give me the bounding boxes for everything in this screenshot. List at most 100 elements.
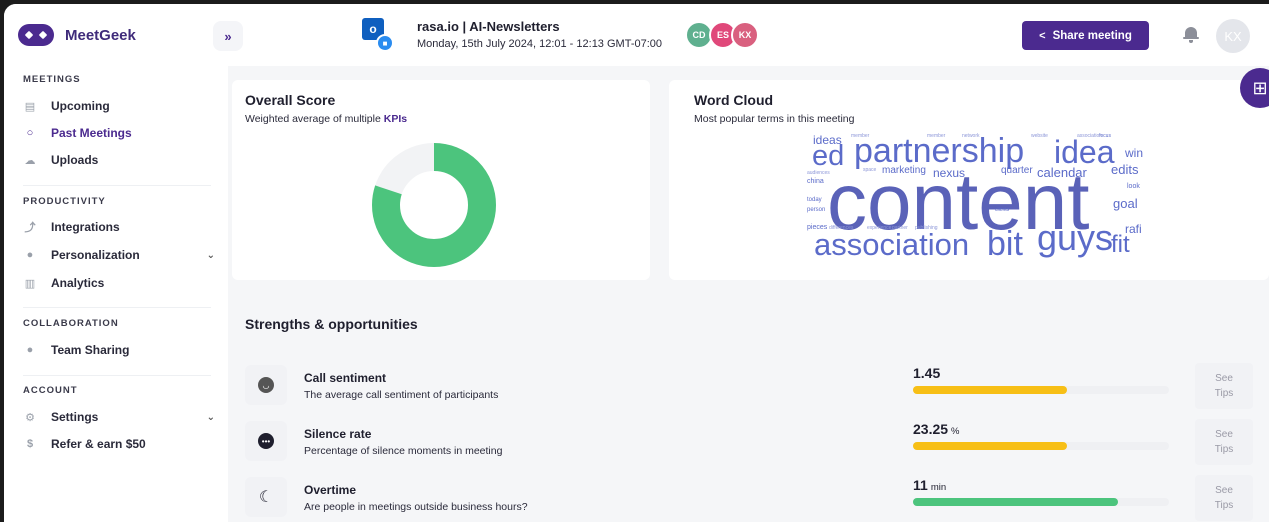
word: differences [829,225,854,231]
sidebar-item-label: Analytics [51,276,105,290]
meeting-title: rasa.io | AI-Newsletters [417,19,560,34]
metric-bar-track [913,498,1169,506]
word-cloud-subtitle: Most popular terms in this meeting [694,113,855,125]
sidebar-item-past-meetings[interactable]: ○ Past Meetings [23,122,219,144]
sidebar-item-settings[interactable]: ⚙ Settings ⌄ [23,406,219,428]
word: association [814,227,970,262]
word: clients [995,207,1010,213]
overall-score-card: Overall Score Weighted average of multip… [232,80,650,280]
team-icon: ● [26,344,34,356]
meetgeek-logo-icon [18,24,54,46]
share-meeting-button[interactable]: < Share meeting [1022,21,1149,50]
word-cloud-title: Word Cloud [694,92,774,108]
outlook-icon: o ■ [362,16,396,52]
metric-name: Call sentiment [304,371,387,385]
sidebar-item-refer[interactable]: $ Refer & earn $50 [23,433,219,455]
chevron-down-icon[interactable]: ⌄ [207,250,215,261]
sidebar-item-team-sharing[interactable]: ● Team Sharing [23,339,219,361]
word: goal [1113,196,1138,211]
word: bit [987,225,1023,263]
section-label-meetings: MEETINGS [23,74,81,85]
overall-score-subtitle: Weighted average of multiple KPIs [245,113,408,125]
section-label-productivity: PRODUCTIVITY [23,196,106,207]
strengths-title: Strengths & opportunities [245,316,418,332]
overall-score-title: Overall Score [245,92,336,108]
sidebar-item-label: Past Meetings [51,126,132,140]
word: website [1031,133,1048,139]
sidebar-item-label: Upcoming [51,99,110,113]
sidebar-item-personalization[interactable]: ● Personalization ⌄ [23,244,219,266]
user-avatar[interactable]: KX [1216,19,1250,53]
metric-value: 11 min [913,477,947,493]
share-meeting-label: Share meeting [1052,29,1132,42]
metric-description: Percentage of silence moments in meeting [304,445,503,457]
kpis-link[interactable]: KPIs [384,113,407,125]
sidebar: MeetGeek MEETINGS ▤ Upcoming ○ Past Meet… [4,4,228,522]
analytics-icon: ▥ [24,277,36,290]
word: today [807,197,822,203]
personalization-icon: ● [26,249,34,261]
main-content: Overall Score Weighted average of multip… [228,66,1269,522]
word: space [863,167,877,173]
app-window: MeetGeek MEETINGS ▤ Upcoming ○ Past Meet… [4,4,1269,522]
section-label-account: ACCOUNT [23,385,78,396]
silence-dots-icon: ••• [245,421,287,461]
divider [23,185,211,186]
upload-icon: ☁ [24,154,36,167]
divider [23,307,211,308]
word: association [1077,133,1103,139]
brand-name: MeetGeek [65,26,136,44]
metric-row-silence-rate: ••• Silence rate Percentage of silence m… [245,419,1253,465]
chevron-down-icon[interactable]: ⌄ [207,412,215,423]
word: guys [1037,217,1114,258]
word: member [927,133,946,139]
word: experience [867,225,892,231]
metric-name: Overtime [304,483,357,497]
search-icon: ○ [26,127,34,139]
word: person [807,207,826,213]
sidebar-item-label: Integrations [51,220,120,234]
word: member [851,133,870,139]
metric-row-overtime: ☾ Overtime Are people in meetings outsid… [245,475,1253,521]
sidebar-item-label: Team Sharing [51,343,130,357]
sidebar-item-label: Refer & earn $50 [51,437,146,451]
word: network [962,133,980,139]
word: edits [1111,162,1139,177]
metric-name: Silence rate [304,427,372,441]
share-icon: < [1039,29,1046,42]
gear-icon: ⚙ [25,411,35,424]
word-cloud-card: Word Cloud Most popular terms in this me… [669,80,1269,280]
participant-avatar[interactable]: KX [731,21,759,49]
sidebar-item-analytics[interactable]: ▥ Analytics [23,272,219,294]
meeting-date: Monday, 15th July 2024, 12:01 - 12:13 GM… [417,38,663,50]
word: china [807,178,824,185]
calendar-icon: ▤ [24,100,36,113]
word: partner [892,225,908,231]
sidebar-item-integrations[interactable]: ⤴ Integrations [23,216,219,238]
metric-description: Are people in meetings outside business … [304,501,528,513]
bell-icon[interactable] [1182,24,1200,44]
sentiment-face-icon: ◡ [245,365,287,405]
expand-sidebar-button[interactable]: » [213,21,243,51]
word: fit [1111,231,1130,258]
section-label-collaboration: COLLABORATION [23,318,119,329]
metric-bar-fill [913,386,1067,394]
sidebar-item-uploads[interactable]: ☁ Uploads [23,149,219,171]
word: publishing [915,225,938,231]
metric-bar-fill [913,442,1067,450]
see-tips-button[interactable]: See Tips [1195,475,1253,521]
sidebar-item-label: Uploads [51,153,99,167]
see-tips-button[interactable]: See Tips [1195,419,1253,465]
metric-row-call-sentiment: ◡ Call sentiment The average call sentim… [245,363,1253,409]
metric-value: 1.45 [913,365,941,381]
sidebar-item-upcoming[interactable]: ▤ Upcoming [23,95,219,117]
brand-logo[interactable]: MeetGeek [18,24,136,46]
sidebar-item-label: Personalization [51,248,140,262]
word: ideas [813,133,842,147]
see-tips-button[interactable]: See Tips [1195,363,1253,409]
word-cloud: ed partnership idea ideas win edits mark… [807,134,1147,274]
word: audiences [807,170,830,176]
metric-bar-track [913,386,1169,394]
integrations-icon: ⤴ [24,222,36,234]
word: look [1127,183,1140,190]
